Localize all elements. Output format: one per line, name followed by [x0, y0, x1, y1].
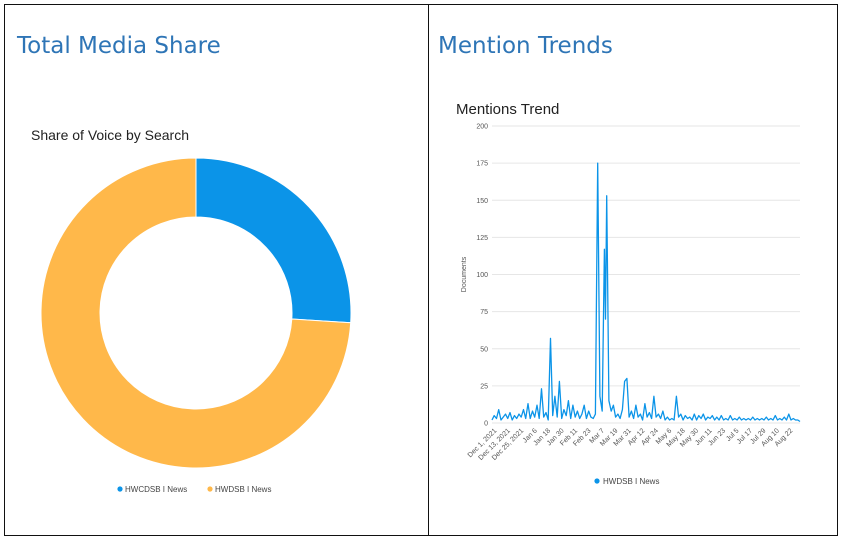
- legend-marker-1: [117, 486, 123, 492]
- legend-label-1: HWCDSB I News: [125, 485, 187, 494]
- series-line-1: [491, 162, 801, 423]
- donut-slice-1: [195, 157, 352, 324]
- y-tick-label-75: 75: [480, 309, 488, 316]
- y-axis-label: Documents: [461, 256, 468, 292]
- y-tick-label-50: 50: [480, 346, 488, 353]
- y-tick-label-100: 100: [476, 272, 488, 279]
- y-tick-label-175: 175: [476, 161, 488, 168]
- y-tick-label-0: 0: [484, 421, 488, 428]
- legend-marker-2: [207, 486, 213, 492]
- charts-canvas: HWCDSB I News HWDSB I News 0 25 50 75 100 125 15…: [40, 124, 801, 494]
- series-points: [491, 163, 801, 422]
- y-tick-label-25: 25: [480, 383, 488, 390]
- line-legend-label: HWDSB I News: [603, 477, 659, 486]
- line-legend-marker: [594, 478, 600, 484]
- y-tick-label-200: 200: [476, 124, 488, 131]
- y-tick-label-125: 125: [476, 235, 488, 242]
- legend-label-2: HWDSB I News: [215, 485, 271, 494]
- y-tick-label-150: 150: [476, 198, 488, 205]
